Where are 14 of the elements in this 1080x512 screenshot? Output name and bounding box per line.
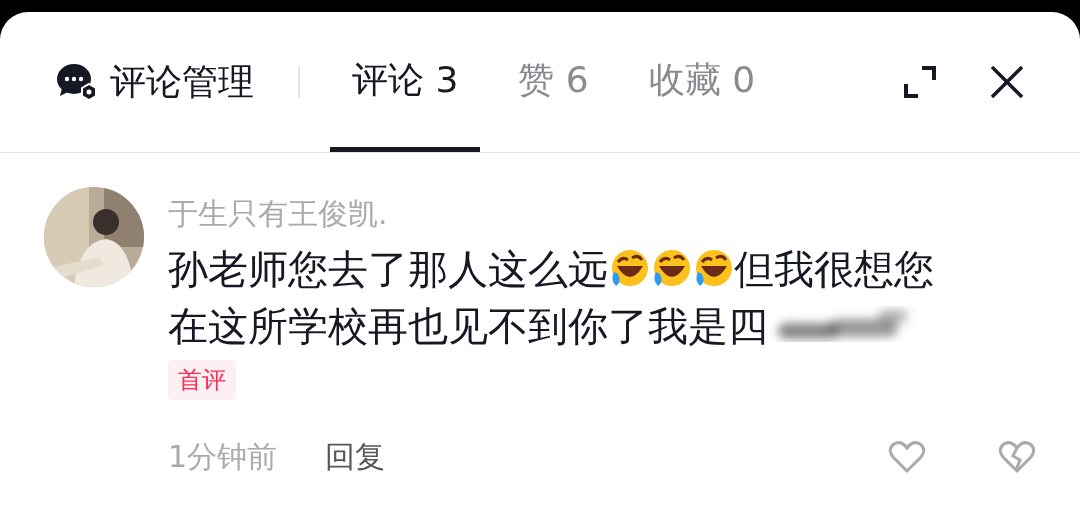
first-comment-tag: 首评 (168, 360, 236, 400)
comment-time: 1分钟前 (168, 438, 278, 476)
tab[interactable]: 收藏 0 (626, 12, 778, 152)
tab[interactable]: 赞 6 (496, 12, 611, 152)
reply-button[interactable]: 回复 (325, 434, 386, 479)
header-title: 评论管理 (110, 60, 254, 104)
comment-text: 孙老师您去了那人这么远 (168, 248, 608, 289)
comment-author[interactable]: 于生只有王俊凯. (168, 191, 1036, 236)
close-icon[interactable] (990, 65, 1024, 99)
chat-gear-icon (56, 62, 98, 102)
comment-text: 但我很想您 (734, 248, 934, 289)
tab[interactable]: 评论 3 (330, 12, 481, 152)
expand-icon[interactable] (902, 64, 938, 100)
comment-text: 在这所学校再也见不到你了我是四 (168, 305, 768, 346)
